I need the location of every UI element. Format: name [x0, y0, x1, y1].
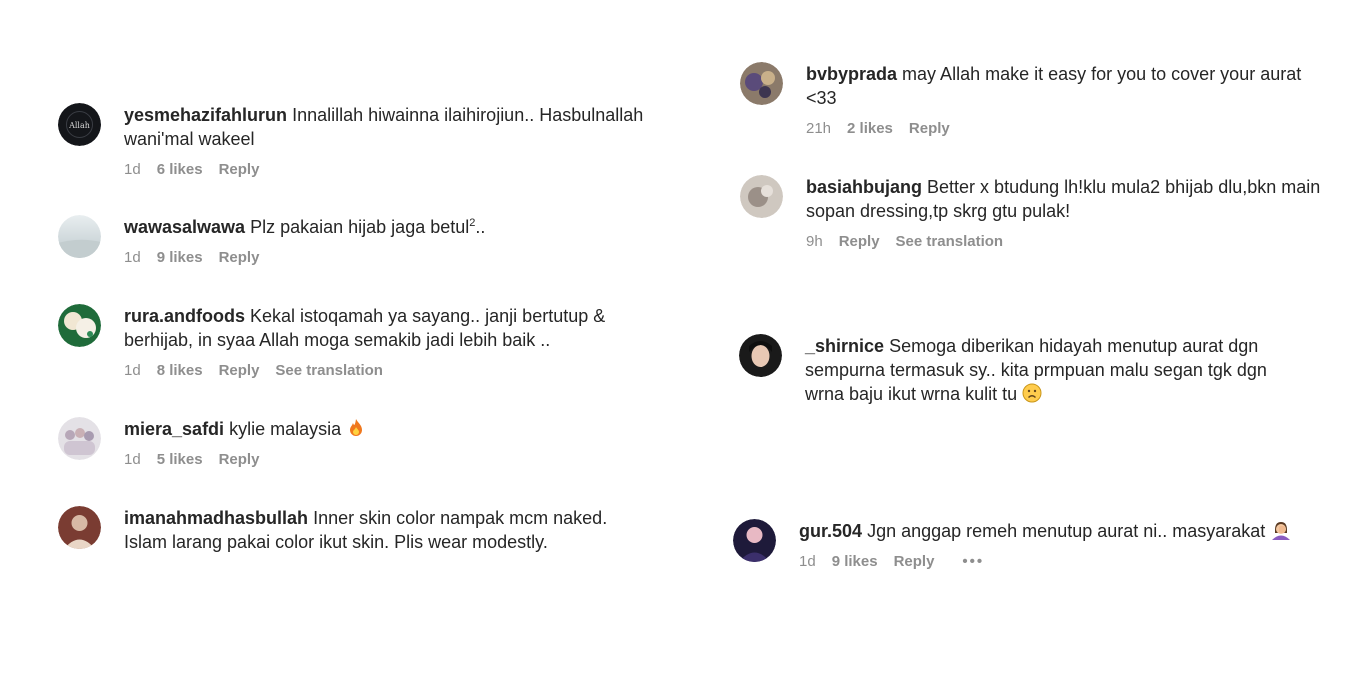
comment-text: gur.504 Jgn anggap remeh menutup aurat n…	[799, 519, 1339, 543]
comment-meta: 1d 9 likes Reply •••	[799, 552, 1339, 572]
timestamp[interactable]: 1d	[124, 248, 141, 268]
avatar[interactable]	[740, 62, 783, 105]
avatar[interactable]	[58, 215, 101, 258]
comment-body: wawasalwawa Plz pakaian hijab jaga betul…	[124, 215, 644, 268]
more-options-icon[interactable]: •••	[962, 552, 984, 572]
avatar[interactable]	[740, 175, 783, 218]
comment-body: yesmehazifahlurun Innalillah hiwainna il…	[124, 103, 644, 180]
avatar[interactable]	[58, 506, 101, 549]
username[interactable]: bvbyprada	[806, 64, 897, 84]
comment-body: _shirnice Semoga diberikan hidayah menut…	[805, 334, 1305, 406]
comment-text: basiahbujang Better x btudung lh!klu mul…	[806, 175, 1331, 223]
comment-body: basiahbujang Better x btudung lh!klu mul…	[806, 175, 1331, 252]
comment-text: _shirnice Semoga diberikan hidayah menut…	[805, 334, 1305, 406]
reply-button[interactable]: Reply	[909, 119, 950, 139]
avatar[interactable]	[739, 334, 782, 377]
timestamp[interactable]: 21h	[806, 119, 831, 139]
username[interactable]: basiahbujang	[806, 177, 922, 197]
comment-text: bvbyprada may Allah make it easy for you…	[806, 62, 1331, 110]
likes-count[interactable]: 9 likes	[157, 248, 203, 268]
comment-body: bvbyprada may Allah make it easy for you…	[806, 62, 1331, 139]
reply-button[interactable]: Reply	[219, 160, 260, 180]
comment-message: kylie malaysia	[229, 419, 342, 439]
svg-text:Allah: Allah	[68, 121, 90, 130]
username[interactable]: imanahmadhasbullah	[124, 508, 308, 528]
likes-count[interactable]: 9 likes	[832, 552, 878, 572]
timestamp[interactable]: 1d	[124, 361, 141, 381]
timestamp[interactable]: 1d	[799, 552, 816, 572]
timestamp[interactable]: 1d	[124, 160, 141, 180]
comment-meta: 9h Reply See translation	[806, 232, 1331, 252]
comment-text: rura.andfoods Kekal istoqamah ya sayang.…	[124, 304, 644, 352]
username[interactable]: _shirnice	[805, 336, 884, 356]
comment-meta: 1d 5 likes Reply	[124, 450, 644, 470]
reply-button[interactable]: Reply	[219, 361, 260, 381]
timestamp[interactable]: 1d	[124, 450, 141, 470]
likes-count[interactable]: 6 likes	[157, 160, 203, 180]
avatar[interactable]	[58, 417, 101, 460]
facepalm-emoji-icon	[1272, 522, 1291, 540]
comment-meta: 1d 6 likes Reply	[124, 160, 644, 180]
comment-meta: 21h 2 likes Reply	[806, 119, 1331, 139]
comment-text: yesmehazifahlurun Innalillah hiwainna il…	[124, 103, 644, 151]
likes-count[interactable]: 2 likes	[847, 119, 893, 139]
comment-text: imanahmadhasbullah Inner skin color namp…	[124, 506, 644, 554]
username[interactable]: wawasalwawa	[124, 217, 245, 237]
see-translation-button[interactable]: See translation	[275, 361, 383, 381]
comment-message: Plz pakaian hijab jaga betul	[250, 217, 470, 237]
likes-count[interactable]: 5 likes	[157, 450, 203, 470]
comment-message: Jgn anggap remeh menutup aurat ni.. masy…	[867, 521, 1266, 541]
username[interactable]: gur.504	[799, 521, 862, 541]
comment-meta: 1d 9 likes Reply	[124, 248, 644, 268]
comment-meta: 1d 8 likes Reply See translation	[124, 361, 644, 381]
avatar[interactable]	[58, 304, 101, 347]
see-translation-button[interactable]: See translation	[896, 232, 1004, 252]
comment-text: wawasalwawa Plz pakaian hijab jaga betul…	[124, 215, 644, 239]
username[interactable]: yesmehazifahlurun	[124, 105, 287, 125]
comment-body: rura.andfoods Kekal istoqamah ya sayang.…	[124, 304, 644, 381]
avatar[interactable]: Allah	[58, 103, 101, 146]
likes-count[interactable]: 8 likes	[157, 361, 203, 381]
username[interactable]: miera_safdi	[124, 419, 224, 439]
timestamp[interactable]: 9h	[806, 232, 823, 252]
comment-body: imanahmadhasbullah Inner skin color namp…	[124, 506, 644, 554]
comment-text: miera_safdi kylie malaysia	[124, 417, 644, 441]
reply-button[interactable]: Reply	[894, 552, 935, 572]
comment-body: miera_safdi kylie malaysia 1d 5 likes Re…	[124, 417, 644, 470]
username[interactable]: rura.andfoods	[124, 306, 245, 326]
reply-button[interactable]: Reply	[219, 248, 260, 268]
comment-message-end: ..	[475, 217, 486, 237]
reply-button[interactable]: Reply	[839, 232, 880, 252]
fire-emoji-icon	[350, 419, 363, 436]
comment-body: gur.504 Jgn anggap remeh menutup aurat n…	[799, 519, 1339, 572]
reply-button[interactable]: Reply	[219, 450, 260, 470]
avatar[interactable]	[733, 519, 776, 562]
sad-face-emoji-icon	[1022, 383, 1042, 403]
